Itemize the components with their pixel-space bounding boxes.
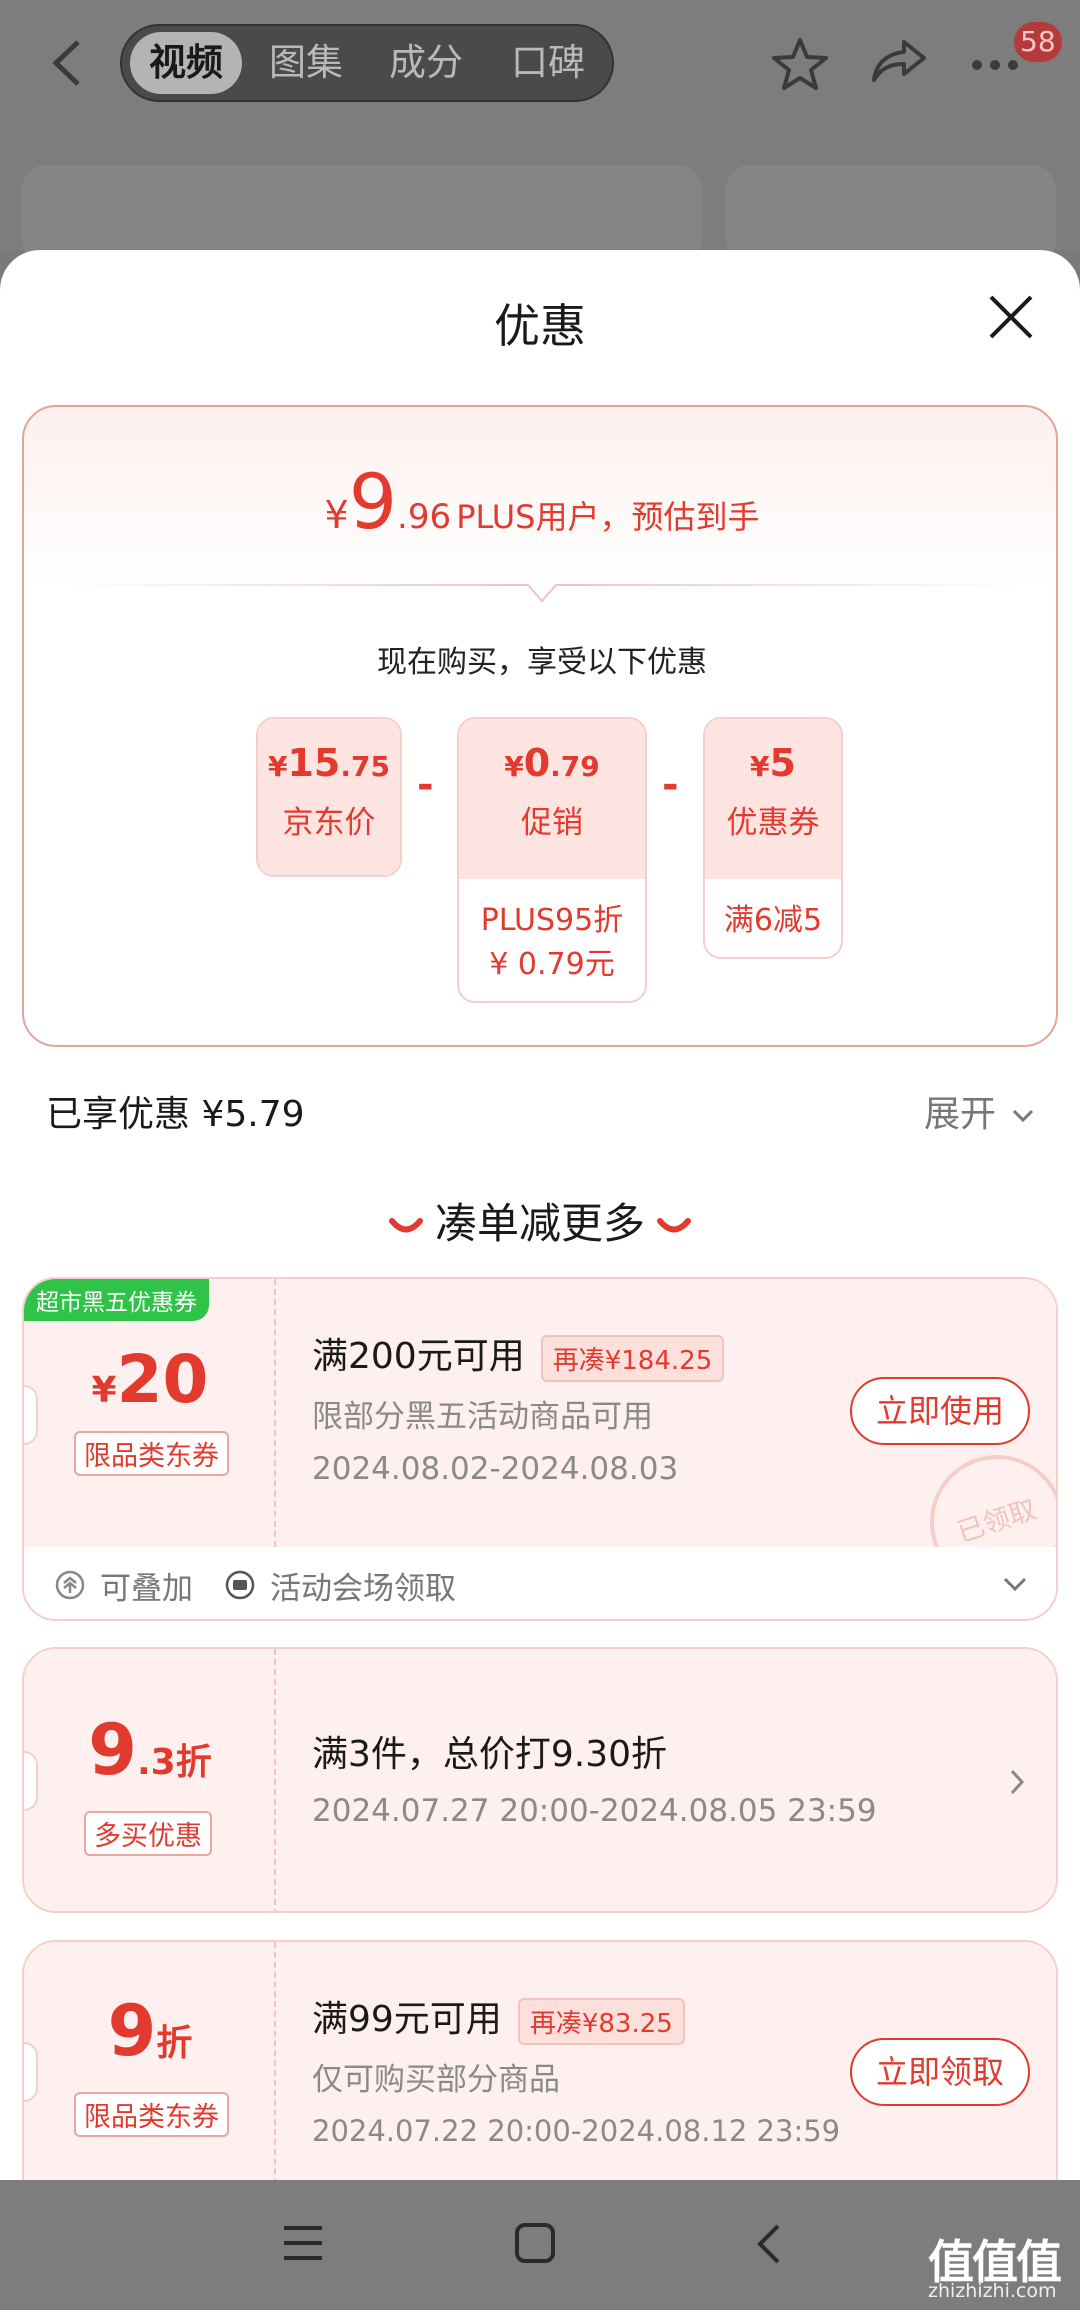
- home-icon[interactable]: [514, 2222, 556, 2264]
- discount-unit: 折: [175, 1742, 212, 1783]
- promo-detail-1: PLUS95折: [480, 903, 624, 938]
- tab-ingredients[interactable]: 成分: [370, 32, 482, 94]
- coupon-detail: 满6减5: [723, 903, 823, 938]
- coupon-condition: 满99元可用 再凑¥83.25: [312, 1990, 685, 2045]
- coupon-type-tag: 限品类东券: [74, 1431, 229, 1476]
- nav-back-icon[interactable]: [754, 2222, 784, 2266]
- smile-decor-icon: [657, 1217, 691, 1232]
- price-card-label: 京东价: [282, 805, 376, 841]
- coupon-scope: 限部分黑五活动商品可用: [312, 1399, 653, 1435]
- price-card-jd: ¥15.75 京东价: [256, 717, 402, 877]
- system-nav-bar: [0, 2180, 1080, 2310]
- discount-integer: 9: [88, 1709, 137, 1791]
- price-breakdown-box: ¥9.96 PLUS用户，预估到手 现在购买，享受以下优惠 ¥15.75 京东价…: [22, 405, 1058, 1047]
- discount-decimal: .3: [136, 1742, 176, 1783]
- price-card-decimal: .79: [550, 750, 600, 783]
- price-card-promo: ¥0.79 促销 PLUS95折 ¥ 0.79元: [457, 717, 647, 1003]
- price-card-label: 促销: [521, 805, 583, 841]
- coupon-validity: 2024.08.02-2024.08.03: [312, 1451, 679, 1487]
- price-card-decimal: .75: [340, 750, 390, 783]
- remaining-chip: 再凑¥83.25: [517, 1997, 685, 2045]
- media-tabs: 视频 图集 成分 口碑: [120, 24, 614, 102]
- coupon-card: 9折 限品类东券 满99元可用 再凑¥83.25 仅可购买部分商品 2024.07…: [22, 1940, 1058, 2202]
- divider-arrow: [64, 584, 1020, 603]
- coupon-condition: 满3件，总价打9.30折: [312, 1734, 668, 1775]
- coupon-type-tag: 多买优惠: [84, 1811, 212, 1856]
- price-card-coupon: ¥5 优惠券 满6减5: [703, 717, 843, 959]
- message-count-badge: 58: [1014, 22, 1062, 62]
- smile-decor-icon: [388, 1217, 423, 1232]
- discount-sheet: 优惠 ¥9.96 PLUS用户，预估到手 现在购买，享受以下优惠 ¥15.75 …: [0, 250, 1080, 2202]
- tab-gallery[interactable]: 图集: [250, 32, 362, 94]
- event-claim-label: 活动会场领取: [270, 1571, 456, 1607]
- price-card-label: 优惠券: [726, 805, 820, 841]
- currency-symbol: ¥: [324, 493, 349, 537]
- coupon-card: 超市黑五优惠券 ¥20 限品类东券 满200元可用 再凑¥184.25 限部分黑五…: [22, 1277, 1058, 1621]
- ticket-icon: [225, 1570, 255, 1600]
- remaining-chip: 再凑¥184.25: [540, 1334, 725, 1382]
- coupon-type-tag: 限品类东券: [74, 2092, 229, 2137]
- watermark-url: zhizhizhi.com: [928, 2280, 1057, 2302]
- currency-symbol: ¥: [750, 750, 770, 783]
- coupon-condition-text: 满99元可用: [312, 1999, 502, 2040]
- more-deals-title: 凑单减更多: [434, 1199, 645, 1248]
- use-now-button[interactable]: 立即使用: [850, 1377, 1030, 1445]
- discount-unit: 折: [156, 2023, 193, 2064]
- coupon-condition: 满200元可用 再凑¥184.25: [312, 1327, 725, 1382]
- coupon-amount-value: 20: [116, 1341, 209, 1418]
- now-buy-text: 现在购买，享受以下优惠: [377, 645, 707, 680]
- menu-icon[interactable]: [282, 2224, 324, 2262]
- coupon-scope: 仅可购买部分商品: [312, 2062, 560, 2098]
- coupon-amount: 9.3折: [24, 1709, 276, 1791]
- estimated-price-decimal: .96: [397, 497, 452, 537]
- stackable-label: 可叠加: [100, 1571, 193, 1607]
- coupon-footer: 可叠加 活动会场领取: [24, 1547, 1056, 1619]
- minus-sign: -: [417, 762, 434, 808]
- expand-toggle[interactable]: 展开: [924, 1085, 1035, 1137]
- coupon-ribbon: 超市黑五优惠券: [24, 1279, 209, 1321]
- coupon-condition-text: 满200元可用: [312, 1336, 525, 1377]
- sheet-title: 优惠: [494, 299, 586, 353]
- price-card-integer: 5: [769, 741, 796, 785]
- coupon-amount: 9折: [24, 1990, 276, 2072]
- share-icon[interactable]: [870, 36, 930, 86]
- claim-now-button[interactable]: 立即领取: [850, 2038, 1030, 2106]
- close-icon[interactable]: [986, 292, 1036, 342]
- promo-detail-2: ¥ 0.79元: [489, 947, 615, 982]
- top-bar: 视频 图集 成分 口碑 58: [0, 0, 1080, 265]
- claimed-stamp-text: 已领取: [953, 1494, 1041, 1549]
- tab-reviews[interactable]: 口碑: [492, 32, 604, 94]
- estimated-price: ¥9.96 PLUS用户，预估到手: [24, 457, 1060, 546]
- currency-symbol: ¥: [504, 750, 524, 783]
- back-arrow-icon[interactable]: [48, 38, 88, 88]
- estimated-price-label: PLUS用户，预估到手: [456, 498, 760, 536]
- chevron-right-icon[interactable]: [1008, 1767, 1026, 1797]
- saved-amount: 已享优惠 ¥5.79: [46, 1094, 305, 1135]
- star-icon[interactable]: [770, 36, 830, 92]
- more-dots-icon[interactable]: [970, 58, 1020, 72]
- coupon-validity: 2024.07.22 20:00-2024.08.12 23:59: [312, 2114, 841, 2148]
- coupon-card[interactable]: 9.3折 多买优惠 满3件，总价打9.30折 2024.07.27 20:00-…: [22, 1647, 1058, 1913]
- more-deals-heading: 凑单减更多: [0, 1190, 1080, 1251]
- price-card-integer: 15: [287, 741, 341, 785]
- chevron-down-icon: [1013, 1109, 1034, 1123]
- stack-icon: [55, 1570, 85, 1600]
- coupon-validity: 2024.07.27 20:00-2024.08.05 23:59: [312, 1793, 877, 1829]
- minus-sign: -: [662, 762, 679, 808]
- currency-symbol: ¥: [91, 1370, 117, 1411]
- tab-video[interactable]: 视频: [130, 32, 242, 94]
- coupon-amount: ¥20: [24, 1341, 276, 1418]
- estimated-price-integer: 9: [348, 457, 398, 546]
- expand-label: 展开: [924, 1094, 997, 1135]
- currency-symbol: ¥: [268, 750, 288, 783]
- price-card-integer: 0: [523, 741, 551, 785]
- chevron-down-icon[interactable]: [1002, 1575, 1028, 1593]
- discount-integer: 9: [107, 1990, 157, 2072]
